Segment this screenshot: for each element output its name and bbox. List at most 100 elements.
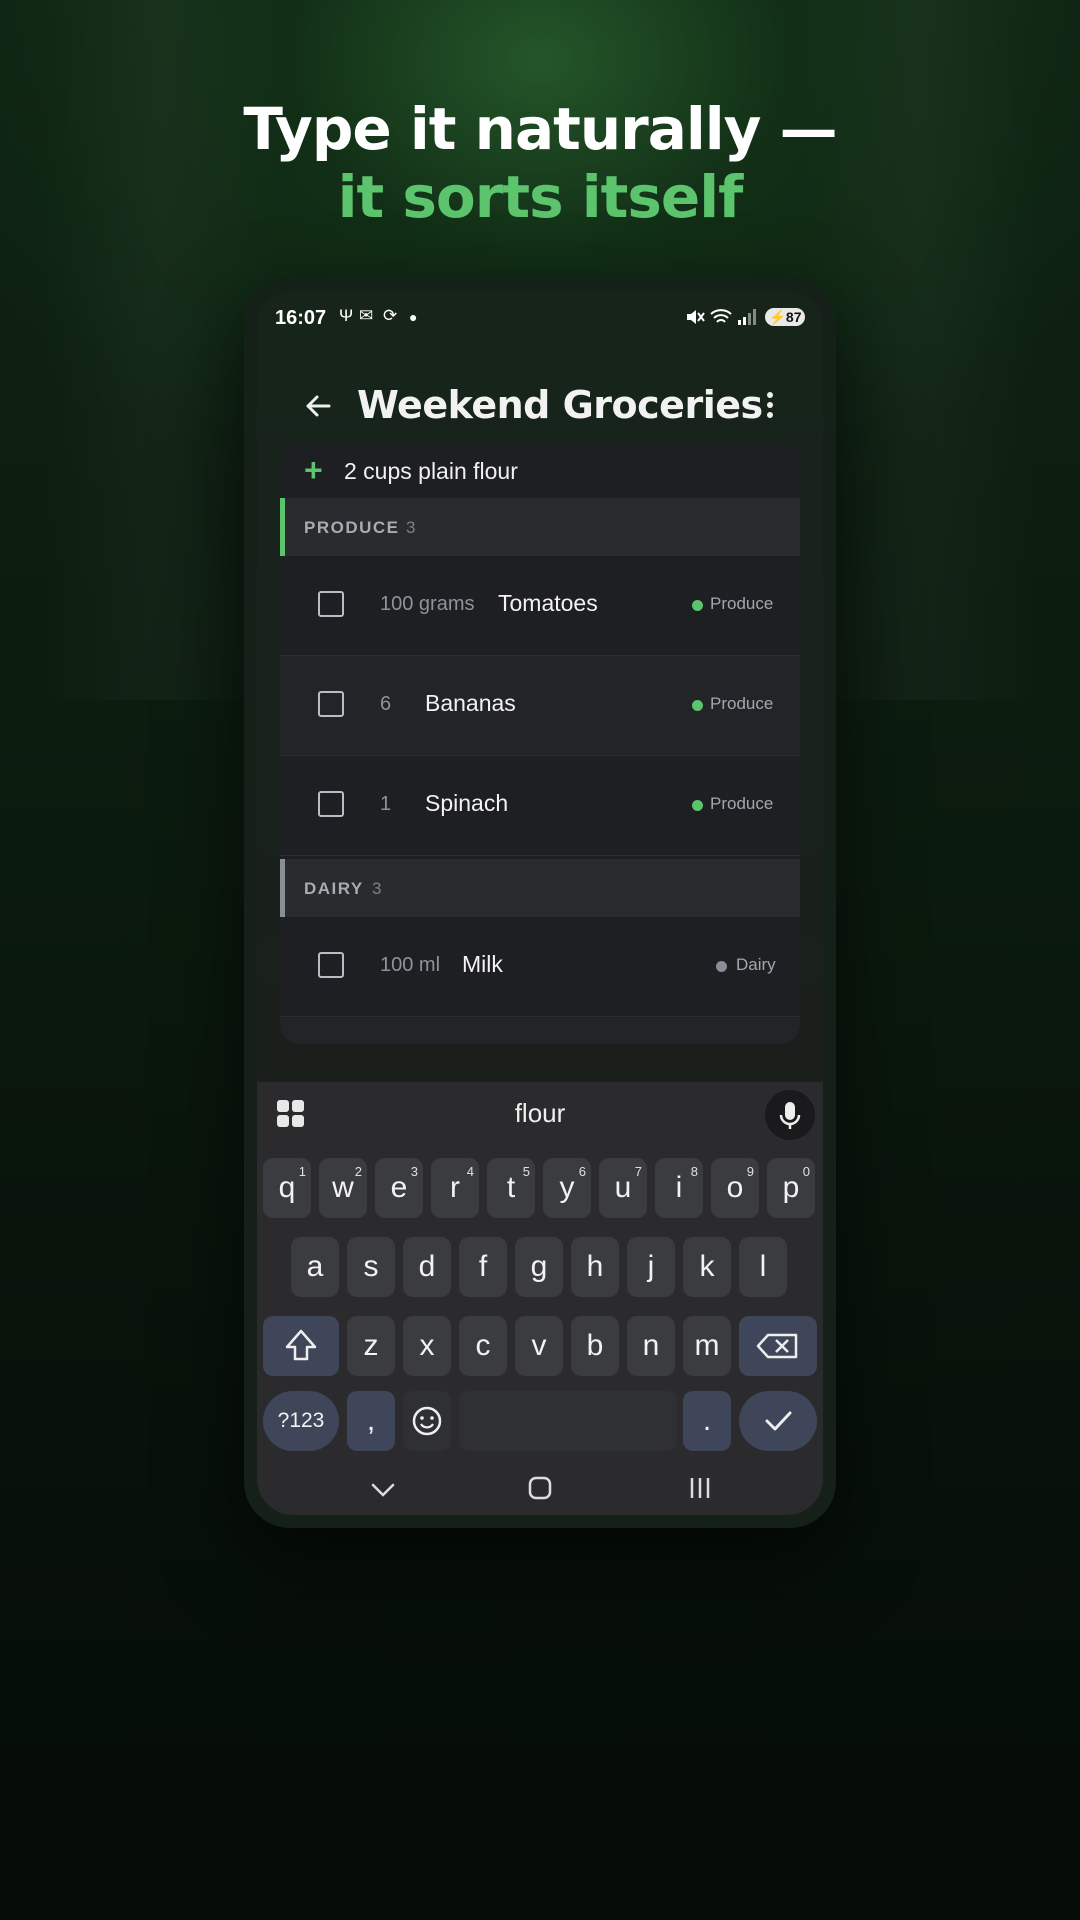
key-e[interactable]: e3 (375, 1158, 423, 1218)
comma-key[interactable]: , (347, 1391, 395, 1451)
wifi-icon (710, 309, 732, 323)
key-a[interactable]: a (291, 1237, 339, 1297)
key-y[interactable]: y6 (543, 1158, 591, 1218)
item-quantity: 1 (380, 793, 392, 815)
key-h[interactable]: h (571, 1237, 619, 1297)
add-item-field[interactable]: + 2 cups plain flour (280, 444, 800, 498)
recent-apps-icon[interactable] (687, 1475, 713, 1501)
microphone-icon (779, 1102, 801, 1129)
checkmark-icon (765, 1411, 792, 1431)
home-icon[interactable] (527, 1475, 553, 1501)
grocery-list-card: + 2 cups plain flour PRODUCE 3 100 grams… (280, 444, 800, 1044)
shift-key[interactable] (263, 1316, 339, 1376)
category-dot (716, 961, 727, 972)
item-checkbox[interactable] (318, 791, 344, 817)
item-checkbox[interactable] (318, 591, 344, 617)
section-count: 3 (372, 879, 382, 898)
emoji-key[interactable] (403, 1391, 451, 1451)
key-w[interactable]: w2 (319, 1158, 367, 1218)
key-label: u (614, 1171, 632, 1204)
key-number-hint: 2 (354, 1164, 362, 1179)
section-header-dairy[interactable]: DAIRY 3 (280, 859, 800, 917)
key-x[interactable]: x (403, 1316, 451, 1376)
signal-icon (738, 309, 756, 325)
plus-icon: + (304, 452, 323, 488)
key-label: r (450, 1171, 460, 1204)
key-label: w (332, 1171, 354, 1204)
category-dot (692, 600, 703, 611)
microphone-button[interactable] (765, 1090, 815, 1140)
hide-keyboard-icon[interactable] (369, 1477, 397, 1501)
space-bar[interactable] (459, 1391, 677, 1451)
headline-line-1: Type it naturally — (243, 95, 837, 163)
key-p[interactable]: p0 (767, 1158, 815, 1218)
category-tag: Dairy (736, 955, 776, 974)
section-color-bar (280, 859, 285, 917)
keyboard: flour q1w2e3r4t5y6u7i8o9p0 asdfghjkl z x… (257, 1082, 823, 1515)
category-dot (692, 700, 703, 711)
key-n[interactable]: n (627, 1316, 675, 1376)
more-options-icon[interactable] (763, 389, 777, 423)
backspace-icon (756, 1333, 798, 1359)
navigation-bar (257, 1463, 823, 1515)
list-item[interactable]: 1 Spinach Produce (280, 756, 800, 856)
key-j[interactable]: j (627, 1237, 675, 1297)
done-key[interactable] (739, 1391, 817, 1451)
page-title: Weekend Groceries (357, 383, 763, 427)
period-key[interactable]: . (683, 1391, 731, 1451)
key-s[interactable]: s (347, 1237, 395, 1297)
key-label: o (726, 1171, 744, 1204)
list-item[interactable]: 6 Bananas Produce (280, 656, 800, 756)
headline: Type it naturally — it sorts itself (0, 95, 1080, 231)
category-tag: Produce (710, 694, 774, 713)
item-name: Bananas (425, 690, 516, 716)
key-label: y (559, 1171, 575, 1204)
notification-dot-icon: ● (409, 309, 418, 325)
key-z[interactable]: z (347, 1316, 395, 1376)
battery-level: 87 (785, 309, 802, 325)
emoji-icon (412, 1406, 442, 1436)
suggestion[interactable]: flour (257, 1098, 823, 1129)
usb-icon: Ψ (339, 306, 354, 325)
mute-icon (687, 310, 705, 324)
item-quantity: 6 (380, 693, 392, 715)
key-number-hint: 8 (690, 1164, 698, 1179)
list-item[interactable]: 100 ml Milk Dairy (280, 917, 800, 1017)
key-g[interactable]: g (515, 1237, 563, 1297)
key-b[interactable]: b (571, 1316, 619, 1376)
key-label: t (506, 1171, 516, 1204)
key-number-hint: 1 (298, 1164, 306, 1179)
key-c[interactable]: c (459, 1316, 507, 1376)
key-k[interactable]: k (683, 1237, 731, 1297)
section-name: PRODUCE (304, 518, 400, 537)
list-item[interactable]: 100 grams Tomatoes Produce (280, 556, 800, 656)
key-f[interactable]: f (459, 1237, 507, 1297)
key-q[interactable]: q1 (263, 1158, 311, 1218)
key-o[interactable]: o9 (711, 1158, 759, 1218)
key-t[interactable]: t5 (487, 1158, 535, 1218)
key-i[interactable]: i8 (655, 1158, 703, 1218)
item-name: Spinach (425, 790, 509, 816)
key-r[interactable]: r4 (431, 1158, 479, 1218)
mail-icon: ✉ (359, 306, 374, 325)
symbols-key[interactable]: ?123 (263, 1391, 339, 1451)
section-color-bar (280, 498, 285, 556)
back-arrow-icon[interactable] (301, 389, 335, 423)
key-m[interactable]: m (683, 1316, 731, 1376)
key-l[interactable]: l (739, 1237, 787, 1297)
key-label: i (675, 1171, 683, 1204)
item-checkbox[interactable] (318, 691, 344, 717)
section-header-produce[interactable]: PRODUCE 3 (280, 498, 800, 556)
item-name: Tomatoes (498, 590, 598, 616)
key-v[interactable]: v (515, 1316, 563, 1376)
key-number-hint: 5 (522, 1164, 530, 1179)
item-checkbox[interactable] (318, 952, 344, 978)
backspace-key[interactable] (739, 1316, 817, 1376)
app-bar: Weekend Groceries (257, 371, 823, 441)
status-bar: 16:07 Ψ ✉ ⟳ ● ⚡87 (257, 291, 823, 343)
add-item-input[interactable]: 2 cups plain flour (344, 458, 518, 485)
key-d[interactable]: d (403, 1237, 451, 1297)
key-number-hint: 6 (578, 1164, 586, 1179)
key-label: q (278, 1171, 296, 1204)
key-u[interactable]: u7 (599, 1158, 647, 1218)
